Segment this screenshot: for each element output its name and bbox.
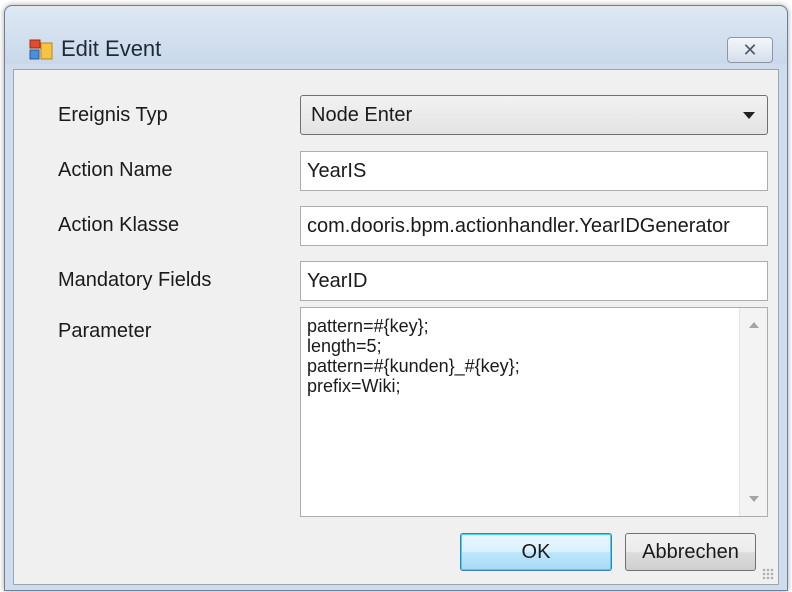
parameter-line: prefix=Wiki;: [307, 376, 401, 396]
event-type-select[interactable]: Node Enter: [300, 95, 768, 135]
edit-event-dialog: Edit Event ✕ Ereignis Typ Node Enter Act…: [4, 5, 788, 591]
close-icon: ✕: [742, 40, 758, 60]
action-name-field[interactable]: YearIS: [300, 151, 768, 191]
dialog-content: Ereignis Typ Node Enter Action Name Year…: [13, 69, 779, 585]
form-window-icon: [29, 39, 53, 60]
action-name-label: Action Name: [58, 159, 173, 181]
event-type-value: Node Enter: [311, 104, 413, 126]
close-button[interactable]: ✕: [727, 37, 773, 63]
event-type-label: Ereignis Typ: [58, 104, 168, 126]
scroll-up-arrow-icon[interactable]: [749, 322, 759, 328]
action-class-label: Action Klasse: [58, 214, 180, 236]
chevron-down-icon: [743, 112, 755, 119]
mandatory-fields-field[interactable]: YearID: [300, 261, 768, 301]
parameter-line: pattern=#{kunden}_#{key};: [307, 356, 520, 376]
cancel-button[interactable]: Abbrechen: [625, 533, 756, 571]
mandatory-fields-label: Mandatory Fields: [58, 269, 212, 291]
action-class-field[interactable]: com.dooris.bpm.actionhandler.YearIDGener…: [300, 206, 768, 246]
parameter-textarea[interactable]: pattern=#{key}; length=5; pattern=#{kund…: [300, 307, 768, 517]
scroll-down-arrow-icon[interactable]: [749, 496, 759, 502]
parameter-line: pattern=#{key};: [307, 316, 429, 336]
vertical-scrollbar[interactable]: [739, 308, 767, 516]
parameter-label: Parameter: [58, 320, 152, 342]
parameter-text: pattern=#{key}; length=5; pattern=#{kund…: [307, 316, 520, 396]
ok-button[interactable]: OK: [460, 533, 612, 571]
window-title: Edit Event: [61, 36, 162, 61]
resize-grip-icon[interactable]: [762, 568, 774, 580]
title-bar[interactable]: Edit Event ✕: [5, 6, 787, 64]
parameter-line: length=5;: [307, 336, 382, 356]
